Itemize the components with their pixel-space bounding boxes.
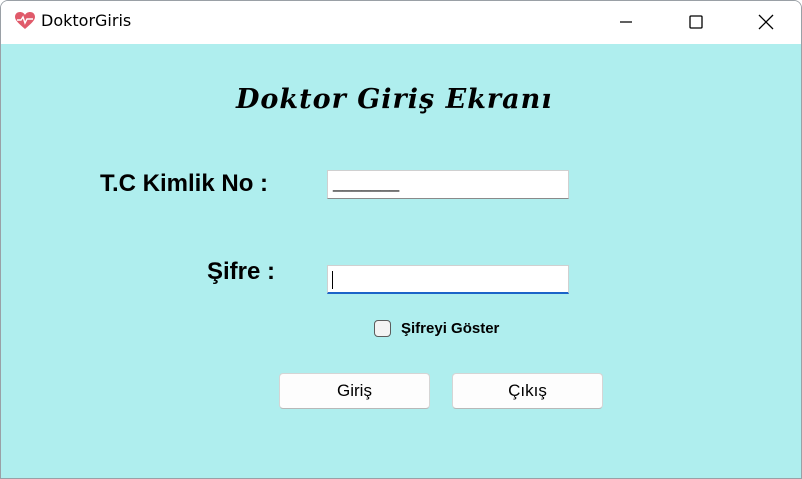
login-form: Doktor Giriş Ekranı T.C Kimlik No : ____… bbox=[1, 44, 801, 478]
minimize-button[interactable] bbox=[591, 1, 661, 43]
close-button[interactable] bbox=[731, 1, 801, 43]
maximize-icon bbox=[689, 15, 703, 29]
minimize-icon bbox=[620, 21, 632, 23]
show-password-label[interactable]: Şifreyi Göster bbox=[401, 320, 499, 337]
title-bar[interactable]: DoktorGiris bbox=[1, 1, 801, 43]
maximize-button[interactable] bbox=[661, 1, 731, 43]
login-button[interactable]: Giriş bbox=[279, 373, 430, 409]
app-window: DoktorGiris Doktor Giriş Ekranı T.C Kiml… bbox=[0, 0, 802, 479]
close-icon bbox=[758, 14, 774, 30]
password-input[interactable] bbox=[327, 265, 569, 294]
text-caret bbox=[332, 271, 333, 289]
heart-icon bbox=[15, 12, 35, 30]
tc-label: T.C Kimlik No : bbox=[100, 170, 269, 197]
password-label: Şifre : bbox=[207, 258, 276, 285]
show-password-row[interactable]: Şifreyi Göster bbox=[374, 320, 499, 337]
tc-input[interactable]: _______ bbox=[327, 170, 569, 199]
page-title: Doktor Giriş Ekranı bbox=[236, 84, 553, 115]
show-password-checkbox[interactable] bbox=[374, 320, 391, 337]
window-title: DoktorGiris bbox=[41, 11, 132, 30]
exit-button[interactable]: Çıkış bbox=[452, 373, 603, 409]
